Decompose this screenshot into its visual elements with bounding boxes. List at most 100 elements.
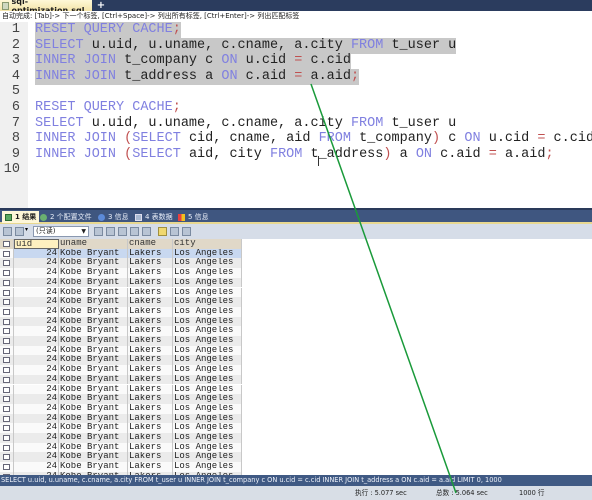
cell-uname[interactable]: Kobe Bryant: [59, 277, 128, 288]
cell-uid[interactable]: 24: [14, 365, 59, 375]
cell-uid[interactable]: 24: [14, 306, 59, 317]
cell-cname[interactable]: Lakers: [128, 374, 173, 385]
cell-uname[interactable]: Kobe Bryant: [59, 442, 128, 453]
cell-cname[interactable]: Lakers: [128, 384, 173, 395]
cell-uname[interactable]: Kobe Bryant: [59, 374, 128, 385]
read-only-mode-select[interactable]: (只读) ▼: [33, 226, 89, 237]
table-row[interactable]: 24Kobe BryantLakersLos Angeles: [0, 336, 242, 346]
row-checkbox[interactable]: [0, 413, 14, 424]
table-row[interactable]: 24Kobe BryantLakersLos Angeles: [0, 365, 242, 375]
row-checkbox[interactable]: [0, 365, 14, 375]
cell-city[interactable]: Los Angeles: [173, 326, 242, 336]
cell-cname[interactable]: Lakers: [128, 297, 173, 307]
cell-city[interactable]: Los Angeles: [173, 268, 242, 278]
text-mode-icon[interactable]: [182, 227, 191, 236]
cell-city[interactable]: Los Angeles: [173, 297, 242, 307]
cell-city[interactable]: Los Angeles: [173, 452, 242, 463]
cell-uid[interactable]: 24: [14, 316, 59, 327]
row-checkbox[interactable]: [0, 248, 14, 259]
cell-cname[interactable]: Lakers: [128, 423, 173, 433]
column-header-cname[interactable]: cname: [128, 239, 173, 249]
row-checkbox[interactable]: [0, 316, 14, 327]
row-checkbox[interactable]: [0, 433, 14, 443]
code-line[interactable]: 9 INNER JOIN (SELECT aid, city FROM t_add…: [0, 147, 592, 163]
row-checkbox[interactable]: [0, 374, 14, 385]
table-row[interactable]: 24Kobe BryantLakersLos Angeles: [0, 258, 242, 269]
row-checkbox[interactable]: [0, 394, 14, 404]
code-line[interactable]: 5: [0, 84, 592, 100]
code-line[interactable]: 4 INNER JOIN t_address a ON c.aid = a.aid…: [0, 68, 592, 85]
file-tab[interactable]: sql-optimization.sql: [0, 0, 92, 15]
cell-uname[interactable]: Kobe Bryant: [59, 423, 128, 433]
table-row[interactable]: 24Kobe BryantLakersLos Angeles: [0, 423, 242, 433]
row-checkbox[interactable]: [0, 287, 14, 298]
cell-city[interactable]: Los Angeles: [173, 277, 242, 288]
cell-city[interactable]: Los Angeles: [173, 306, 242, 317]
table-row[interactable]: 24Kobe BryantLakersLos Angeles: [0, 442, 242, 453]
cell-uname[interactable]: Kobe Bryant: [59, 345, 128, 356]
cell-city[interactable]: Los Angeles: [173, 258, 242, 269]
table-row[interactable]: 24Kobe BryantLakersLos Angeles: [0, 355, 242, 366]
cell-cname[interactable]: Lakers: [128, 403, 173, 414]
cell-uname[interactable]: Kobe Bryant: [59, 287, 128, 298]
column-header-uid[interactable]: uid: [14, 239, 59, 249]
cell-uid[interactable]: 24: [14, 336, 59, 346]
cell-uid[interactable]: 24: [14, 394, 59, 404]
grid-view-icon[interactable]: [3, 227, 12, 236]
table-row[interactable]: 24Kobe BryantLakersLos Angeles: [0, 248, 242, 259]
cell-uname[interactable]: Kobe Bryant: [59, 306, 128, 317]
cell-cname[interactable]: Lakers: [128, 462, 173, 472]
cell-city[interactable]: Los Angeles: [173, 336, 242, 346]
row-checkbox[interactable]: [0, 297, 14, 307]
cell-uid[interactable]: 24: [14, 423, 59, 433]
form-mode-icon[interactable]: [170, 227, 179, 236]
cell-city[interactable]: Los Angeles: [173, 394, 242, 404]
cell-uname[interactable]: Kobe Bryant: [59, 413, 128, 424]
cell-city[interactable]: Los Angeles: [173, 248, 242, 259]
insert-row-icon[interactable]: [94, 227, 103, 236]
cell-uid[interactable]: 24: [14, 433, 59, 443]
cell-uname[interactable]: Kobe Bryant: [59, 384, 128, 395]
cell-uid[interactable]: 24: [14, 462, 59, 472]
cell-uname[interactable]: Kobe Bryant: [59, 394, 128, 404]
select-all-checkbox[interactable]: [0, 239, 14, 249]
column-header-city[interactable]: city: [173, 239, 242, 249]
cell-uid[interactable]: 24: [14, 277, 59, 288]
cell-uid[interactable]: 24: [14, 374, 59, 385]
cell-uname[interactable]: Kobe Bryant: [59, 248, 128, 259]
cell-cname[interactable]: Lakers: [128, 442, 173, 453]
cell-cname[interactable]: Lakers: [128, 258, 173, 269]
row-checkbox[interactable]: [0, 423, 14, 433]
table-row[interactable]: 24Kobe BryantLakersLos Angeles: [0, 413, 242, 424]
chevron-down-icon[interactable]: ▾: [25, 226, 28, 233]
table-row[interactable]: 24Kobe BryantLakersLos Angeles: [0, 306, 242, 317]
cell-city[interactable]: Los Angeles: [173, 384, 242, 395]
row-checkbox[interactable]: [0, 277, 14, 288]
cell-uid[interactable]: 24: [14, 384, 59, 395]
cell-uname[interactable]: Kobe Bryant: [59, 297, 128, 307]
cell-cname[interactable]: Lakers: [128, 287, 173, 298]
cell-cname[interactable]: Lakers: [128, 248, 173, 259]
cell-cname[interactable]: Lakers: [128, 394, 173, 404]
cell-uid[interactable]: 24: [14, 287, 59, 298]
cell-uid[interactable]: 24: [14, 248, 59, 259]
row-checkbox[interactable]: [0, 384, 14, 395]
cell-city[interactable]: Los Angeles: [173, 413, 242, 424]
code-line[interactable]: 7 SELECT u.uid, u.uname, c.cname, a.city …: [0, 116, 592, 132]
cell-uname[interactable]: Kobe Bryant: [59, 326, 128, 336]
tab-profile[interactable]: 2 个配置文件: [40, 211, 92, 223]
cell-cname[interactable]: Lakers: [128, 268, 173, 278]
table-row[interactable]: 24Kobe BryantLakersLos Angeles: [0, 287, 242, 298]
cell-uname[interactable]: Kobe Bryant: [59, 316, 128, 327]
cell-cname[interactable]: Lakers: [128, 355, 173, 366]
cell-uname[interactable]: Kobe Bryant: [59, 268, 128, 278]
tab-info[interactable]: 3 信息: [98, 211, 129, 223]
code-line[interactable]: 10: [0, 162, 592, 178]
cell-city[interactable]: Los Angeles: [173, 423, 242, 433]
cell-uname[interactable]: Kobe Bryant: [59, 258, 128, 269]
cell-city[interactable]: Los Angeles: [173, 345, 242, 356]
delete-icon[interactable]: [130, 227, 139, 236]
code-line[interactable]: 8 INNER JOIN (SELECT cid, cname, aid FROM…: [0, 131, 592, 147]
add-tab-button[interactable]: +: [96, 1, 106, 11]
cell-city[interactable]: Los Angeles: [173, 462, 242, 472]
